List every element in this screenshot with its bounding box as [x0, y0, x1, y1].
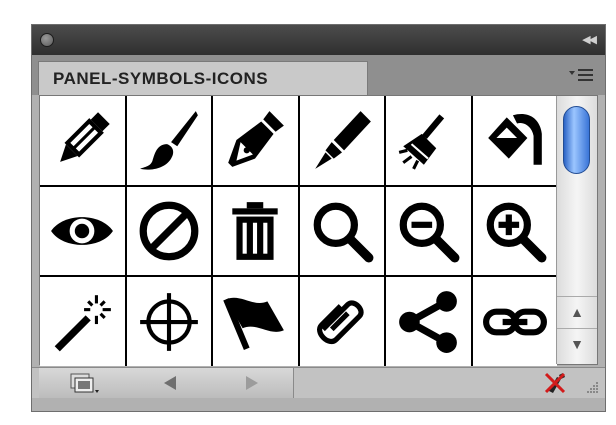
symbol-cell[interactable]	[299, 186, 384, 276]
resize-grip-icon[interactable]	[585, 380, 599, 394]
trash-icon	[232, 202, 278, 260]
symbol-cell[interactable]	[40, 186, 125, 276]
previous-library-button[interactable]	[129, 368, 212, 398]
symbol-cell[interactable]	[213, 186, 298, 276]
symbol-cell[interactable]	[386, 277, 471, 366]
magnifier-icon	[313, 202, 374, 263]
symbol-cell[interactable]	[386, 186, 471, 276]
panel-titlebar[interactable]: ◀◀	[32, 25, 605, 55]
symbol-cell[interactable]	[126, 96, 211, 185]
symbols-grid	[40, 96, 557, 366]
symbol-cell[interactable]	[40, 277, 125, 366]
symbol-cell[interactable]	[299, 277, 384, 366]
tab-symbols[interactable]: PANEL-SYMBOLS-ICONS	[38, 61, 368, 95]
marker-icon	[314, 111, 371, 170]
scroll-up-arrow-icon[interactable]: ▲	[557, 296, 597, 327]
panel-menu-icon[interactable]	[567, 65, 595, 85]
symbol-cell[interactable]	[40, 96, 125, 185]
flag-icon	[223, 297, 285, 350]
next-library-button[interactable]	[211, 368, 294, 398]
symbol-cell[interactable]	[126, 277, 211, 366]
symbol-cell[interactable]	[126, 186, 211, 276]
zoom-out-icon	[399, 202, 460, 263]
tab-row: PANEL-SYMBOLS-ICONS	[32, 55, 605, 95]
symbols-area: ▲ ▼	[39, 95, 598, 366]
vertical-scrollbar[interactable]: ▲ ▼	[556, 96, 597, 364]
crosshair-icon	[139, 292, 198, 351]
scrollbar-thumb[interactable]	[563, 106, 590, 174]
paint-bucket-icon	[487, 114, 542, 166]
break-link-icon[interactable]	[543, 371, 567, 395]
arrow-left-icon	[164, 376, 176, 390]
symbol-cell[interactable]	[472, 96, 557, 185]
close-button[interactable]	[40, 33, 54, 47]
prohibited-icon	[139, 201, 199, 261]
symbol-cell[interactable]	[299, 96, 384, 185]
share-icon	[399, 290, 458, 353]
paintbrush-icon	[139, 111, 198, 170]
pencil-icon	[60, 112, 110, 163]
symbol-cell[interactable]	[472, 186, 557, 276]
scroll-down-arrow-icon[interactable]: ▼	[557, 328, 597, 359]
fountain-pen-icon	[228, 111, 285, 168]
panel-footer	[32, 367, 605, 398]
symbol-libraries-menu-button[interactable]	[39, 368, 130, 398]
paperclip-icon	[316, 300, 364, 344]
symbol-cell[interactable]	[213, 277, 298, 366]
symbol-cell[interactable]	[472, 277, 557, 366]
library-icon	[70, 373, 99, 393]
magic-wand-icon	[54, 294, 112, 352]
broom-icon	[398, 114, 445, 170]
symbol-cell[interactable]	[213, 96, 298, 185]
symbol-cell[interactable]	[386, 96, 471, 185]
collapse-icon[interactable]: ◀◀	[582, 33, 597, 46]
link-icon	[482, 308, 547, 336]
zoom-in-icon	[486, 202, 547, 263]
arrow-right-icon	[246, 376, 258, 390]
tab-label: PANEL-SYMBOLS-ICONS	[53, 69, 269, 88]
eye-icon	[51, 217, 114, 245]
symbols-panel: ◀◀ PANEL-SYMBOLS-ICONS ▲ ▼	[31, 24, 606, 412]
